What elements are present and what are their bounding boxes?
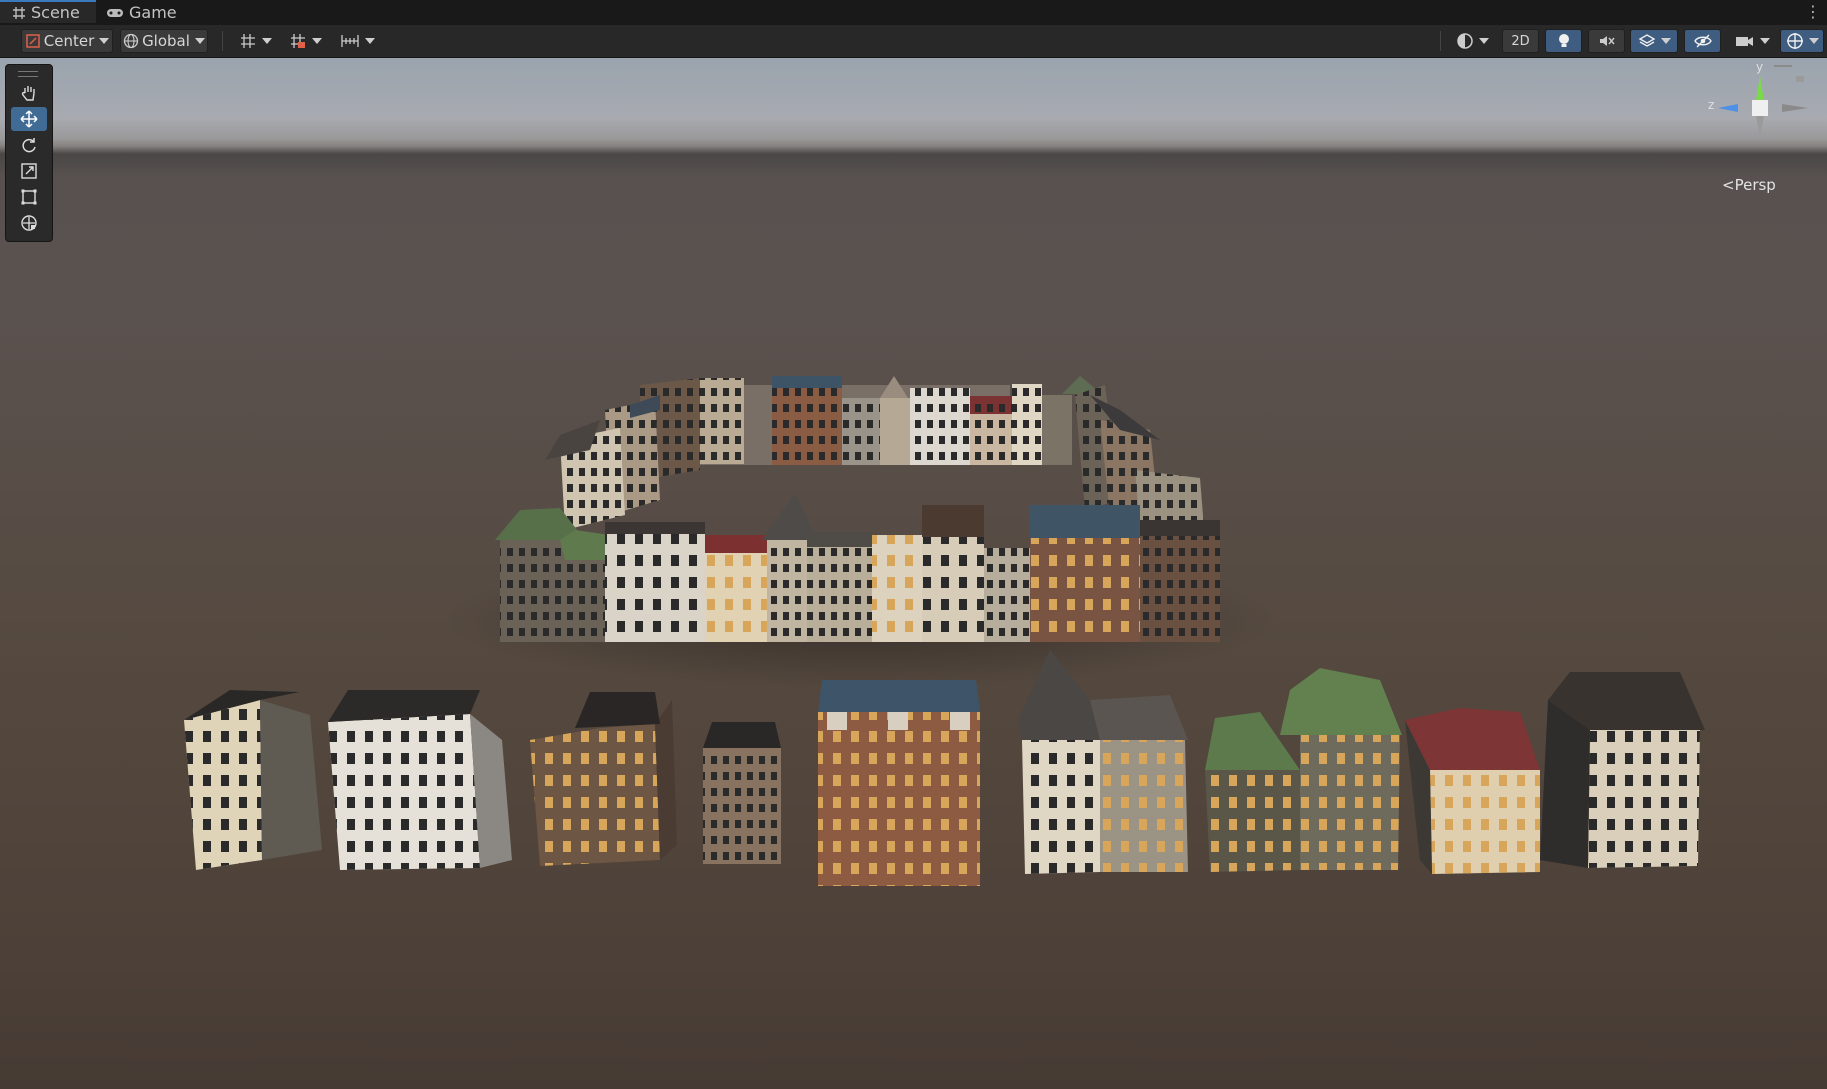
more-options-icon[interactable]: ⋮ [1805, 2, 1821, 21]
audio-mute-icon [1599, 36, 1615, 46]
snap-grid-dropdown[interactable] [232, 29, 278, 53]
rotate-tool-button[interactable] [11, 133, 47, 157]
gizmo-z-label: z [1708, 98, 1715, 112]
chevron-down-icon [1479, 38, 1489, 44]
grid-icon [13, 6, 25, 19]
building-05 [818, 680, 980, 886]
pivot-center-icon [26, 34, 40, 48]
toggle-hidden-objects-button[interactable] [1684, 29, 1721, 53]
chevron-down-icon [364, 38, 375, 44]
building-01 [184, 690, 322, 870]
building-08 [1405, 708, 1540, 874]
grid-snap-icon [240, 34, 255, 48]
scale-icon [21, 163, 37, 179]
chevron-down-icon [99, 38, 110, 44]
gamepad-icon [107, 8, 123, 17]
eye-slash-icon [1693, 34, 1712, 48]
tab-bar: Scene Game ⋮ [0, 0, 1827, 25]
chevron-down-icon [1808, 38, 1819, 44]
chevron-down-icon [194, 38, 205, 44]
grid-visibility-dropdown[interactable] [282, 29, 328, 53]
projection-label: Persp [1734, 176, 1776, 194]
scale-tool-button[interactable] [11, 159, 47, 183]
camera-icon [1735, 37, 1753, 46]
chevron-down-icon [261, 38, 272, 44]
orientation-gizmo[interactable]: y z [1690, 60, 1820, 164]
grid-visibility-icon [290, 34, 305, 48]
ruler-icon [340, 35, 359, 47]
building-06 [1018, 650, 1188, 874]
pivot-mode-label: Center [43, 32, 95, 50]
building-07 [1205, 668, 1402, 872]
toggle-2d-label: 2D [1511, 33, 1530, 49]
transform-combined-icon [21, 215, 37, 231]
toggle-lighting-button[interactable] [1545, 29, 1582, 53]
effects-layers-icon [1638, 34, 1655, 47]
tab-game[interactable]: Game [106, 0, 186, 25]
tab-scene-label: Scene [31, 3, 80, 22]
increment-snap-dropdown[interactable] [334, 29, 380, 53]
view-tool-button[interactable] [11, 81, 47, 105]
rotate-icon [22, 138, 36, 153]
pivot-mode-dropdown[interactable]: Center [21, 29, 113, 53]
effects-dropdown[interactable] [1630, 29, 1678, 53]
city-block-scene [184, 376, 1705, 886]
move-tool-button[interactable] [11, 107, 47, 131]
compound-back-row [660, 376, 1102, 465]
projection-toggle[interactable]: <Persp [1722, 176, 1776, 194]
camera-settings-dropdown[interactable] [1727, 29, 1777, 53]
tab-scene[interactable]: Scene [0, 0, 96, 23]
tab-game-label: Game [129, 3, 177, 22]
drag-handle[interactable] [18, 71, 38, 77]
transform-tool-button[interactable] [11, 211, 47, 235]
gizmos-dropdown[interactable] [1780, 29, 1824, 53]
toggle-2d-button[interactable]: 2D [1502, 29, 1539, 53]
shading-sphere-icon [1457, 33, 1473, 49]
hand-icon [21, 86, 35, 101]
globe-icon [123, 33, 139, 49]
space-mode-label: Global [142, 32, 190, 50]
chevron-down-icon [1759, 38, 1770, 44]
draw-mode-dropdown[interactable] [1450, 29, 1495, 53]
building-03 [530, 692, 677, 866]
axis-gizmo-icon [1718, 65, 1808, 136]
gizmo-globe-icon [1786, 33, 1803, 49]
toolbar-divider [222, 31, 223, 51]
chevron-down-icon [311, 38, 322, 44]
toolbar-divider [1440, 31, 1441, 51]
chevron-down-icon [1660, 38, 1671, 44]
building-09 [1540, 672, 1705, 868]
compound-left-side [545, 378, 700, 530]
projection-icon: < [1722, 176, 1735, 194]
space-mode-dropdown[interactable]: Global [120, 29, 208, 53]
building-04 [703, 722, 781, 864]
toggle-audio-button[interactable] [1588, 29, 1625, 53]
move-arrows-icon [20, 110, 38, 128]
light-bulb-icon [1558, 34, 1569, 47]
building-02 [328, 690, 512, 870]
rect-transform-icon [21, 189, 37, 205]
gizmo-y-label: y [1756, 60, 1764, 74]
rect-tool-button[interactable] [11, 185, 47, 209]
tools-overlay [5, 64, 53, 242]
scene-viewport[interactable]: y z <Persp [0, 58, 1827, 1089]
scene-toolbar: Center Global 2D [0, 25, 1827, 58]
